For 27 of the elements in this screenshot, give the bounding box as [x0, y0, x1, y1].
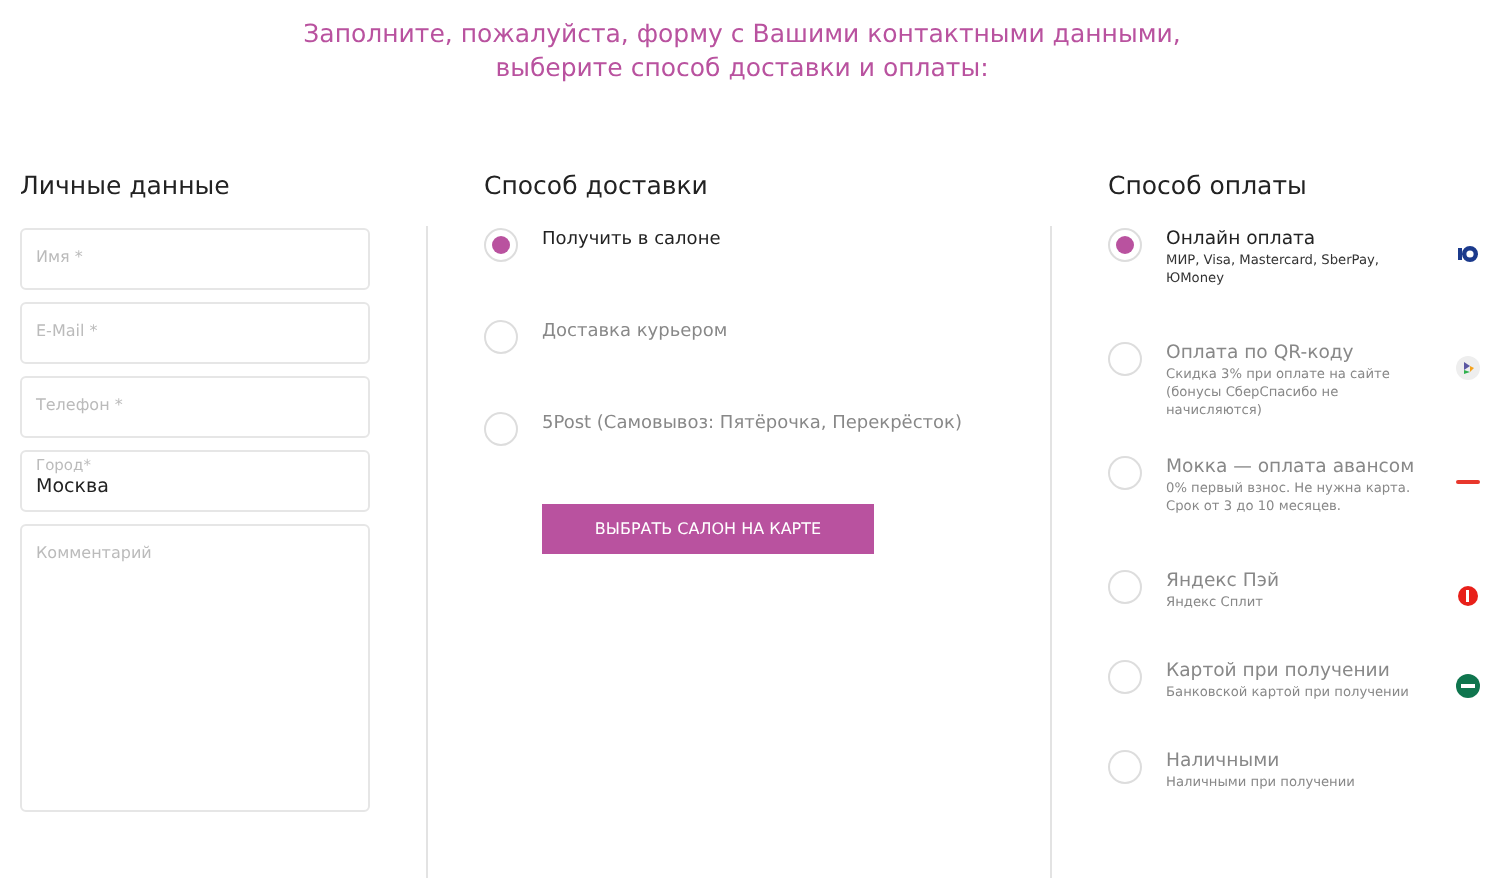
- radio-button[interactable]: [1108, 750, 1142, 784]
- section-title: Способ доставки: [484, 168, 710, 204]
- radio-button[interactable]: [484, 320, 518, 354]
- option-label: Мокка — оплата авансом: [1166, 456, 1417, 478]
- radio-button[interactable]: [484, 412, 518, 446]
- input-field[interactable]: Телефон *: [20, 376, 370, 438]
- choose-salon-button[interactable]: ВЫБРАТЬ САЛОН НА КАРТЕ: [542, 504, 874, 554]
- option-label: Получить в салоне: [542, 228, 721, 250]
- radio-button[interactable]: [1108, 660, 1142, 694]
- option-label: Онлайн оплата: [1166, 228, 1318, 250]
- option-label: Яндекс Пэй: [1166, 570, 1282, 592]
- intro-text: Заполните, пожалуйста, форму с Вашими контактными данными, выберите способ доставки и оплаты:: [301, 16, 1183, 86]
- radio-button[interactable]: [1108, 570, 1142, 604]
- option-label: 5Post (Самовывоз: Пятёрочка, Перекрёсток): [542, 412, 962, 434]
- section-title: Способ оплаты: [1108, 168, 1309, 204]
- option-label: Картой при получении: [1166, 660, 1392, 682]
- radio-button[interactable]: [1108, 342, 1142, 376]
- option-label: Доставка курьером: [542, 320, 728, 342]
- section-title: Личные данные: [20, 168, 232, 204]
- input-field[interactable]: E-Mail *: [20, 302, 370, 364]
- radio-button[interactable]: [484, 228, 518, 262]
- input-field[interactable]: Имя *: [20, 228, 370, 290]
- radio-button[interactable]: [1108, 228, 1142, 262]
- option-label: Наличными: [1166, 750, 1282, 772]
- radio-button[interactable]: [1108, 456, 1142, 490]
- comment-field[interactable]: Комментарий: [20, 524, 370, 812]
- option-label: Оплата по QR-коду: [1166, 342, 1356, 364]
